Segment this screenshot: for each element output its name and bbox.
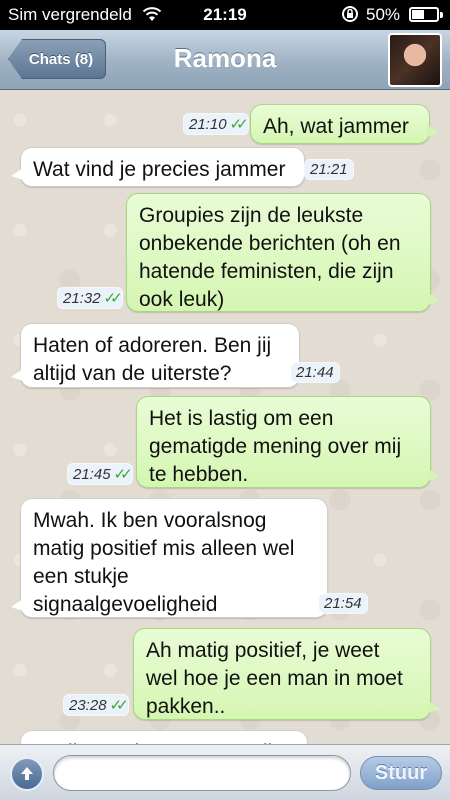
chat-area[interactable]: Ah, wat jammer 21:10 ✓✓ Wat vind je precies… [0,90,450,744]
message-text: Mwah. Ik ben vooralsnog matig positief m… [33,509,295,616]
battery-icon [409,7,443,22]
incoming-message[interactable]: Mwah. Ik ben vooralsnog matig positief m… [11,498,328,618]
timestamp-text: 21:54 [324,595,362,612]
status-bar: Sim vergrendeld 21:19 50% [0,0,450,30]
message-text: Ah matig positief, je weet wel hoe je ee… [146,639,403,718]
battery-percent: 50% [366,5,401,24]
message-timestamp: 23:28 ✓✓ [64,695,129,715]
double-check-icon: ✓✓ [113,466,133,483]
contact-name: Ramona [173,43,277,73]
send-button[interactable]: Stuur [360,756,442,790]
message-text: Wat vind je precies jammer [33,158,286,181]
outgoing-message[interactable]: Het is lastig om een gematigde mening ov… [136,396,440,488]
back-to-chats-button[interactable]: Chats (8) [8,39,106,79]
message-timestamp: 21:44 [291,363,339,382]
timestamp-text: 21:45 [73,465,111,483]
message-text: Haten of adoreren. Ben jij altijd van de… [33,334,272,385]
message-text: Groupies zijn de leukste onbekende beric… [139,204,401,311]
outgoing-message[interactable]: Groupies zijn de leukste onbekende beric… [126,193,440,312]
contact-avatar[interactable] [388,33,442,87]
timestamp-text: 21:44 [296,364,334,381]
timestamp-text: 23:28 [69,696,107,714]
double-check-icon: ✓✓ [109,697,129,714]
incoming-message[interactable]: Haten of adoreren. Ben jij altijd van de… [11,323,300,388]
message-input[interactable] [53,755,351,791]
message-timestamp: 21:45 ✓✓ [68,464,133,484]
incoming-message[interactable]: Wat vind je precies jammer [11,147,305,187]
message-timestamp: 21:54 [319,594,367,613]
message-timestamp: 21:21 [305,160,353,179]
outgoing-message[interactable]: Ah matig positief, je weet wel hoe je ee… [133,628,440,720]
input-bar: Stuur [0,744,450,800]
timestamp-text: 21:32 [63,289,101,307]
rotation-lock-icon [340,5,360,28]
double-check-icon: ✓✓ [103,290,123,307]
message-timestamp: 21:32 ✓✓ [58,288,123,308]
timestamp-text: 21:21 [310,161,348,178]
nav-bar: Chats (8) Ramona [0,30,450,90]
message-text: Het is lastig om een gematigde mening ov… [149,407,402,486]
outgoing-message[interactable]: Ah, wat jammer [250,104,439,144]
message-text: Ah, wat jammer [263,115,409,138]
message-timestamp: 21:10 ✓✓ [184,114,249,134]
incoming-message[interactable]: K wil er wel een grote strik [20,730,308,744]
timestamp-text: 21:10 [189,115,227,133]
battery-fill [412,10,424,19]
double-check-icon: ✓✓ [229,116,249,133]
upload-arrow-icon[interactable] [10,757,44,791]
